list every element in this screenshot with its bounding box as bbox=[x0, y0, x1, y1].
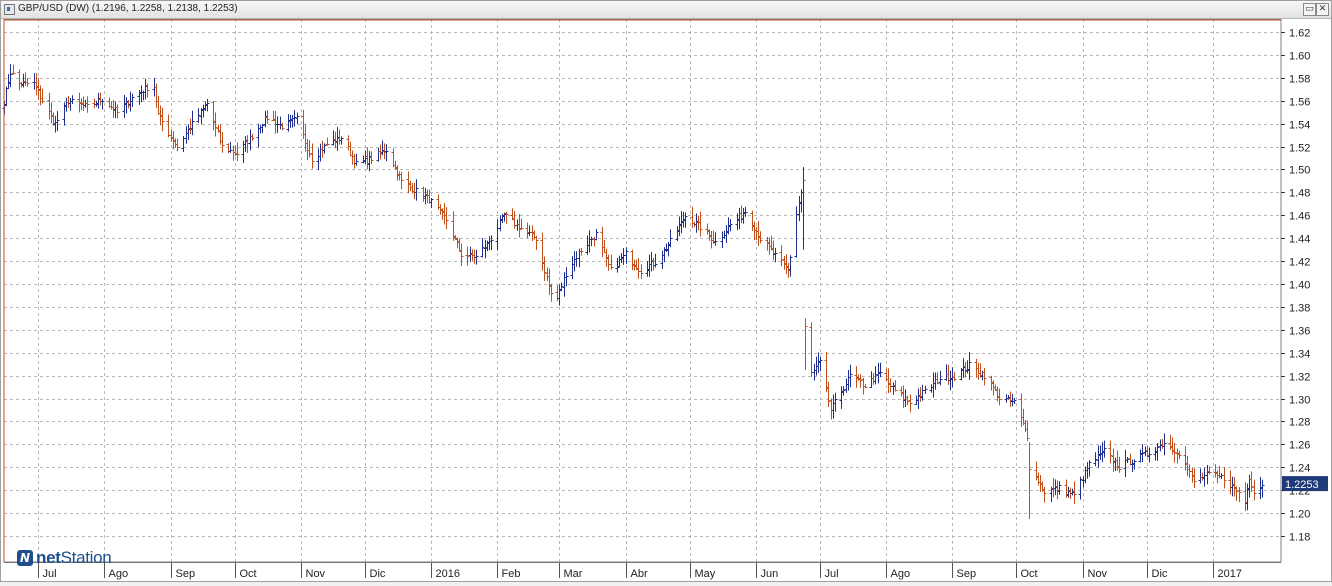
y-tick-label: 1.28 bbox=[1289, 417, 1310, 429]
x-tick-label: Sep bbox=[176, 568, 196, 580]
y-tick-label: 1.52 bbox=[1289, 143, 1310, 155]
y-tick-label: 1.24 bbox=[1289, 463, 1310, 475]
y-tick-label: 1.26 bbox=[1289, 440, 1310, 452]
x-tick-label: Oct bbox=[1021, 568, 1038, 580]
y-tick-label: 1.34 bbox=[1289, 349, 1310, 361]
x-tick-label: Ago bbox=[109, 568, 129, 580]
x-tick-label: 2017 bbox=[1218, 568, 1242, 580]
x-tick-label: Jul bbox=[43, 568, 57, 580]
x-tick-label: Oct bbox=[240, 568, 257, 580]
x-tick-label: Jul bbox=[825, 568, 839, 580]
netstation-logo-text: netStation bbox=[36, 548, 112, 567]
y-tick-label: 1.18 bbox=[1289, 532, 1310, 544]
close-window-button[interactable]: ✕ bbox=[1316, 3, 1329, 16]
x-tick-label: 2016 bbox=[436, 568, 460, 580]
minimize-window-button[interactable]: ▭ bbox=[1303, 3, 1316, 16]
y-tick-label: 1.42 bbox=[1289, 257, 1310, 269]
x-tick-label: Mar bbox=[564, 568, 583, 580]
x-tick-label: Dic bbox=[1152, 568, 1168, 580]
netstation-logo-mark: N bbox=[17, 550, 33, 566]
x-tick-label: Feb bbox=[502, 568, 521, 580]
x-tick-label: Ago bbox=[891, 568, 911, 580]
y-tick-label: 1.38 bbox=[1289, 303, 1310, 315]
y-tick-label: 1.62 bbox=[1289, 28, 1310, 40]
chart-window-icon bbox=[4, 4, 15, 15]
y-tick-label: 1.50 bbox=[1289, 165, 1310, 177]
x-tick-label: Abr bbox=[631, 568, 648, 580]
x-tick-label: Nov bbox=[1088, 568, 1108, 580]
chart-window: GBP/USD (DW) (1.2196, 1.2258, 1.2138, 1.… bbox=[0, 0, 1332, 582]
x-tick-label: May bbox=[695, 568, 716, 580]
y-tick-label: 1.36 bbox=[1289, 326, 1310, 338]
y-tick-label: 1.58 bbox=[1289, 74, 1310, 86]
window-titlebar[interactable]: GBP/USD (DW) (1.2196, 1.2258, 1.2138, 1.… bbox=[1, 1, 1331, 19]
y-tick-label: 1.60 bbox=[1289, 51, 1310, 63]
netstation-logo: N netStation bbox=[17, 548, 112, 568]
y-tick-label: 1.56 bbox=[1289, 97, 1310, 109]
current-price-label: 1.2253 bbox=[1285, 479, 1319, 491]
ohlc-chart[interactable]: 1.181.201.221.241.261.281.301.321.341.36… bbox=[1, 18, 1331, 581]
y-tick-label: 1.40 bbox=[1289, 280, 1310, 292]
y-tick-label: 1.54 bbox=[1289, 120, 1310, 132]
y-tick-label: 1.44 bbox=[1289, 234, 1310, 246]
y-tick-label: 1.30 bbox=[1289, 395, 1310, 407]
y-tick-label: 1.48 bbox=[1289, 188, 1310, 200]
window-title: GBP/USD (DW) (1.2196, 1.2258, 1.2138, 1.… bbox=[18, 3, 238, 14]
x-tick-label: Sep bbox=[957, 568, 977, 580]
x-tick-label: Nov bbox=[306, 568, 326, 580]
y-tick-label: 1.46 bbox=[1289, 211, 1310, 223]
y-tick-label: 1.20 bbox=[1289, 509, 1310, 521]
x-tick-label: Dic bbox=[370, 568, 386, 580]
current-price-tag: 1.2253 bbox=[1282, 476, 1328, 492]
x-tick-label: Jun bbox=[761, 568, 779, 580]
price-chart-area[interactable]: 1.18 1.20 1.22 1.24 1.26 1.28 1.30 1.32 1.34 1.36… bbox=[1, 18, 1331, 581]
y-tick-label: 1.32 bbox=[1289, 372, 1310, 384]
